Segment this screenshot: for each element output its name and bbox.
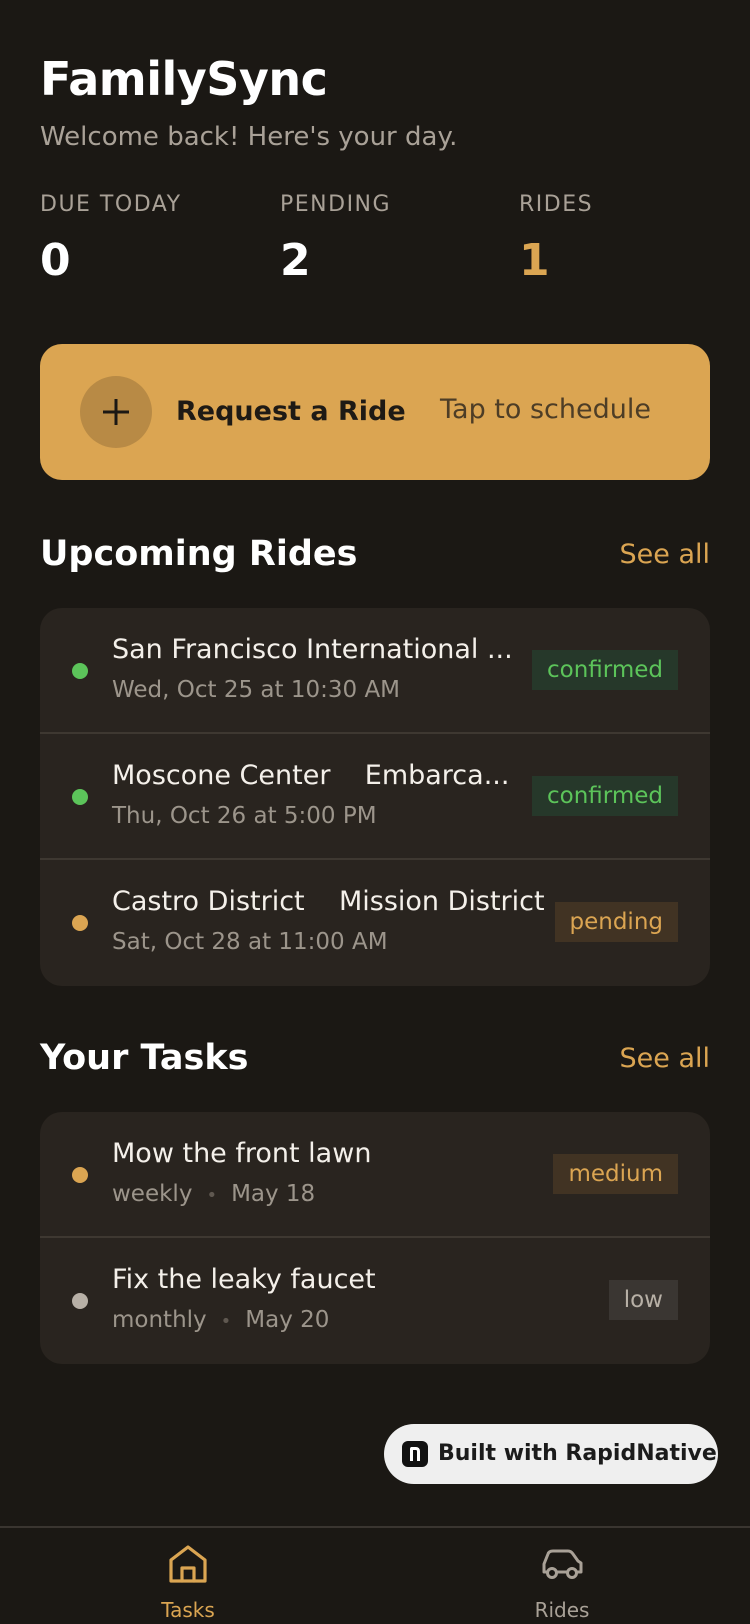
meta-separator: • [206,1185,218,1206]
ride-time: Thu, Oct 26 at 5:00 PM [112,803,377,829]
status-badge: pending [554,902,678,942]
task-due-date: May 20 [245,1307,330,1333]
tab-label: Rides [534,1598,590,1622]
plus-icon [80,376,152,448]
tasks-see-all-link[interactable]: See all [620,1043,711,1074]
stat-due-today: DUE TODAY 0 [40,192,182,286]
built-with-rapidnative-badge[interactable]: Built with RapidNative [384,1424,718,1484]
built-with-label: Built with RapidNative [438,1441,717,1466]
task-row[interactable]: Fix the leaky faucet monthly • May 20 low [40,1238,710,1364]
app-title: FamilySync [40,52,328,106]
status-dot [72,663,88,679]
status-badge: confirmed [532,650,678,690]
stat-value: 1 [519,235,550,286]
status-dot [72,915,88,931]
stat-pending: PENDING 2 [280,192,391,286]
task-due-date: May 18 [231,1181,316,1207]
stat-rides: RIDES 1 [519,192,593,286]
tasks-card: Mow the front lawn weekly • May 18 medium … [40,1112,710,1364]
ride-row[interactable]: San Francisco International ... Wed, Oct… [40,608,710,734]
task-meta: weekly • May 18 [112,1181,315,1207]
stat-value: 2 [280,235,311,286]
tab-label: Tasks [161,1598,215,1622]
ride-title: Castro District Mission District [112,886,545,917]
priority-dot [72,1293,88,1309]
priority-dot [72,1167,88,1183]
welcome-subtitle: Welcome back! Here's your day. [40,122,458,152]
your-tasks-heading: Your Tasks [40,1038,249,1078]
bottom-tab-bar: Tasks Rides [0,1526,750,1624]
ride-row[interactable]: Moscone Center Embarca... Thu, Oct 26 at… [40,734,710,860]
task-frequency: monthly [112,1307,207,1333]
ride-time: Wed, Oct 25 at 10:30 AM [112,677,401,703]
car-icon [542,1549,583,1579]
task-title: Fix the leaky faucet [112,1264,376,1295]
task-row[interactable]: Mow the front lawn weekly • May 18 medium [40,1112,710,1238]
request-ride-hint: Tap to schedule [440,394,651,425]
rides-see-all-link[interactable]: See all [620,539,711,570]
task-title: Mow the front lawn [112,1138,372,1169]
stat-label: PENDING [280,192,392,217]
status-dot [72,789,88,805]
status-badge: confirmed [532,776,678,816]
task-meta: monthly • May 20 [112,1307,329,1333]
request-ride-button[interactable]: Request a Ride Tap to schedule [40,344,710,480]
ride-title: San Francisco International ... [112,634,513,665]
home-icon [169,1545,207,1583]
stat-label: RIDES [519,192,594,217]
request-ride-label: Request a Ride [176,396,406,427]
ride-time: Sat, Oct 28 at 11:00 AM [112,929,388,955]
stat-label: DUE TODAY [40,192,182,217]
rapidnative-logo-icon [402,1441,428,1467]
task-frequency: weekly [112,1181,193,1207]
meta-separator: • [220,1311,232,1332]
stat-value: 0 [40,235,71,286]
priority-badge: low [608,1280,678,1320]
ride-title: Moscone Center Embarca... [112,760,510,791]
upcoming-rides-heading: Upcoming Rides [40,534,358,574]
priority-badge: medium [553,1154,678,1194]
rides-card: San Francisco International ... Wed, Oct… [40,608,710,986]
ride-row[interactable]: Castro District Mission District Sat, Oc… [40,860,710,986]
